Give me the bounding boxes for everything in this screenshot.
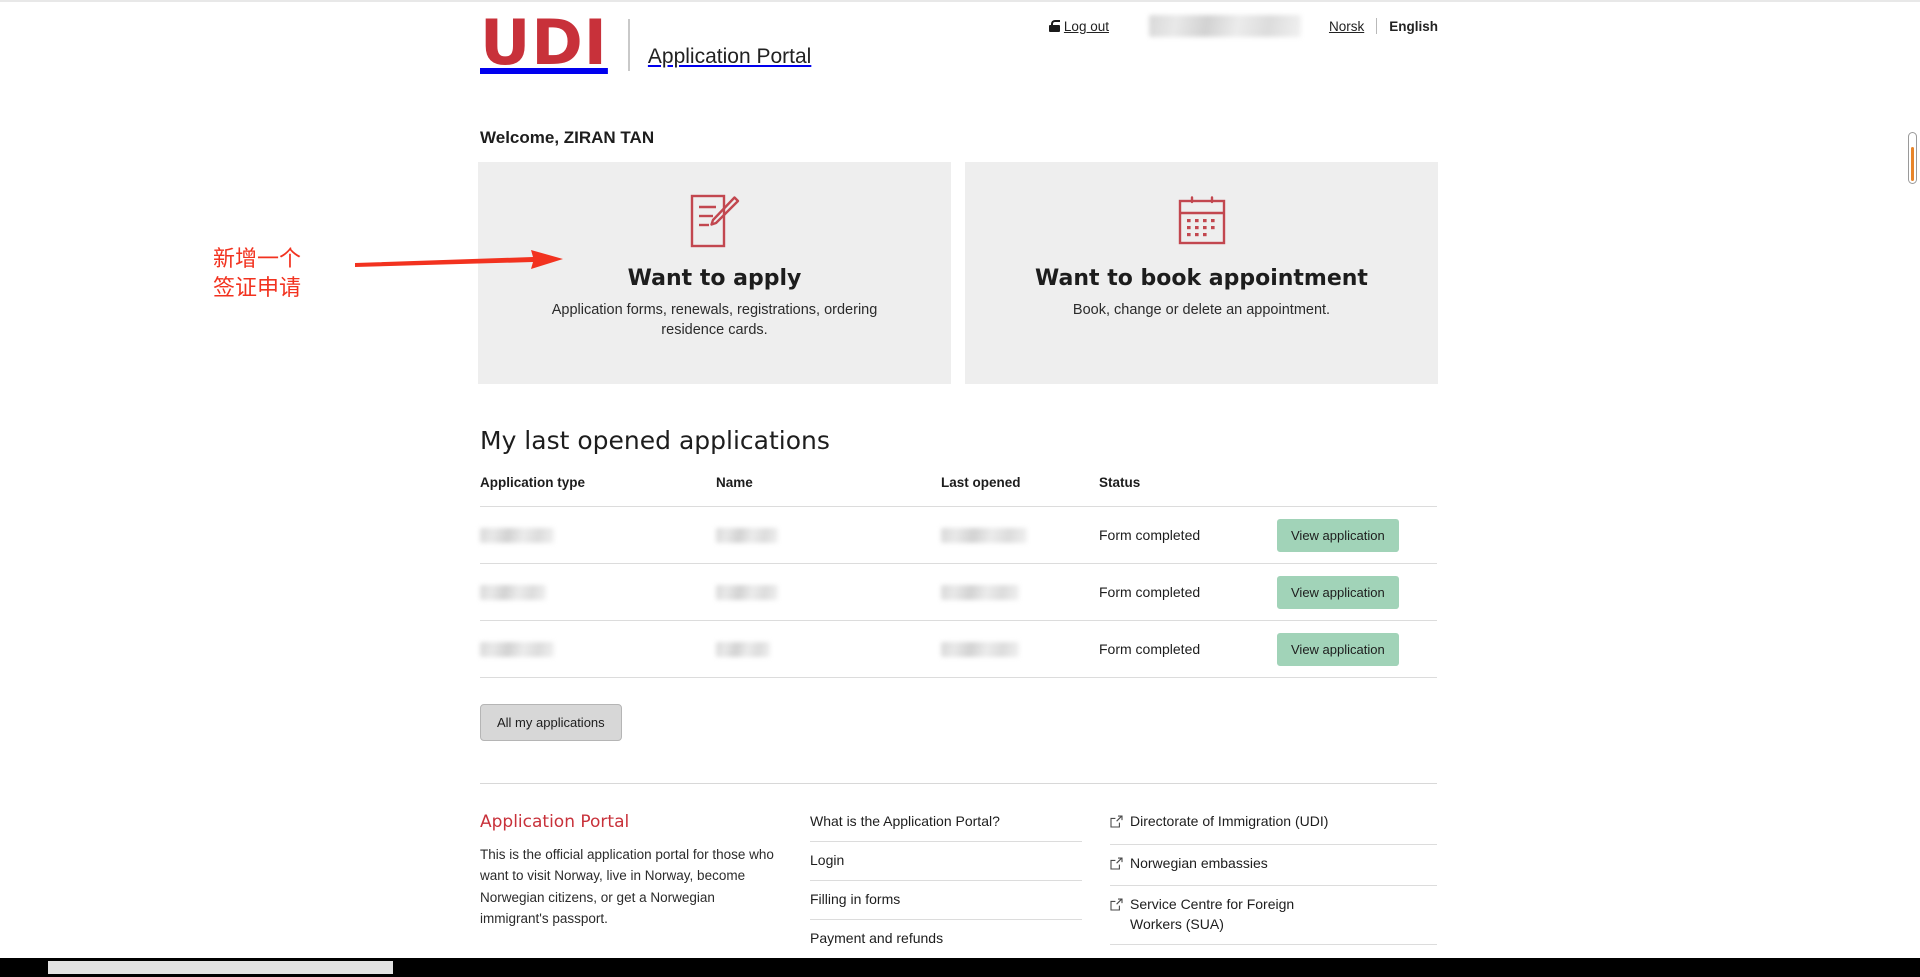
footer-link-what-is-portal[interactable]: What is the Application Portal?	[810, 812, 1082, 842]
table-row: Form completed View application	[480, 563, 1437, 621]
horizontal-scrollbar-thumb[interactable]	[48, 961, 393, 974]
footer-external-link-sua[interactable]: Service Centre for Foreign Workers (SUA)	[1110, 886, 1437, 946]
cell-last-opened	[941, 506, 1099, 564]
scrollbar-corner	[1901, 958, 1920, 977]
table-row: Form completed View application	[480, 506, 1437, 564]
all-my-applications-button[interactable]: All my applications	[480, 704, 622, 741]
external-link-icon	[1110, 856, 1123, 876]
cell-action: View application	[1277, 563, 1437, 621]
cell-action: View application	[1277, 506, 1437, 564]
column-header-actions	[1277, 475, 1437, 507]
view-application-button[interactable]: View application	[1277, 575, 1399, 609]
view-application-button[interactable]: View application	[1277, 518, 1399, 552]
external-link-icon	[1110, 897, 1123, 917]
page-viewport: UDI Application Portal Log out Norsk Eng…	[0, 0, 1905, 958]
cell-name	[716, 563, 941, 621]
external-link-icon	[1110, 814, 1123, 834]
applications-table: Application type Name Last opened Status…	[480, 475, 1437, 678]
footer-external-link-embassies[interactable]: Norwegian embassies	[1110, 845, 1437, 887]
footer-external-links-column: Directorate of Immigration (UDI) Norwegi…	[1110, 812, 1437, 958]
vertical-scrollbar-thumb[interactable]	[1908, 132, 1917, 184]
redacted-username	[1148, 15, 1301, 37]
brand-home-link[interactable]: UDI Application Portal	[480, 6, 812, 79]
language-norsk[interactable]: Norsk	[1329, 19, 1364, 34]
footer-external-link-label: Norwegian embassies	[1130, 854, 1268, 871]
horizontal-scrollbar-track[interactable]	[0, 958, 1920, 977]
footer-external-link-label: Directorate of Immigration (UDI)	[1130, 813, 1329, 829]
cell-status: Form completed	[1099, 620, 1277, 678]
logout-link[interactable]: Log out	[1048, 18, 1109, 34]
card-want-to-book-appointment[interactable]: Want to book appointment Book, change or…	[965, 162, 1438, 384]
table-header-row: Application type Name Last opened Status	[480, 475, 1437, 507]
vertical-scrollbar-track[interactable]	[1905, 2, 1919, 958]
document-pencil-icon	[688, 190, 742, 252]
udi-logo: UDI	[480, 6, 608, 79]
cell-name	[716, 506, 941, 564]
annotation-text: 新增一个 签证申请	[213, 247, 302, 302]
logout-label: Log out	[1063, 18, 1109, 34]
card-title: Want to apply	[627, 266, 802, 291]
table-row: Form completed View application	[480, 620, 1437, 678]
footer-about-title: Application Portal	[480, 812, 630, 832]
action-cards: Want to apply Application forms, renewal…	[478, 162, 1438, 384]
site-header: UDI Application Portal Log out Norsk Eng…	[478, 0, 1438, 110]
welcome-heading: Welcome, ZIRAN TAN	[480, 128, 655, 147]
cell-status: Form completed	[1099, 506, 1277, 564]
card-description: Book, change or delete an appointment.	[1072, 302, 1331, 318]
cell-name	[716, 620, 941, 678]
footer-external-link-label: Service Centre for Foreign Workers (SUA)	[1130, 896, 1295, 932]
cell-application-type	[480, 620, 716, 678]
cell-last-opened	[941, 563, 1099, 621]
card-title: Want to book appointment	[1035, 266, 1368, 291]
brand-subtitle: Application Portal	[647, 44, 812, 68]
applications-section-title: My last opened applications	[480, 426, 830, 455]
footer-external-link-udi[interactable]: Directorate of Immigration (UDI)	[1110, 812, 1437, 845]
footer-link-payment-and-refunds[interactable]: Payment and refunds	[810, 920, 1082, 958]
brand-divider	[627, 18, 630, 71]
site-footer: Application Portal This is the official …	[480, 783, 1437, 958]
page-content: UDI Application Portal Log out Norsk Eng…	[478, 0, 1438, 958]
footer-links-column: What is the Application Portal? Login Fi…	[810, 812, 1110, 958]
card-description: Application forms, renewals, registratio…	[551, 302, 878, 338]
column-header-name: Name	[716, 475, 941, 507]
cell-application-type	[480, 563, 716, 621]
column-header-status: Status	[1099, 475, 1277, 507]
footer-about-column: Application Portal This is the official …	[480, 812, 810, 958]
header-utility-bar: Log out Norsk English	[1048, 15, 1438, 37]
language-english[interactable]: English	[1389, 19, 1438, 34]
cell-application-type	[480, 506, 716, 564]
footer-link-filling-in-forms[interactable]: Filling in forms	[810, 881, 1082, 920]
column-header-last-opened: Last opened	[941, 475, 1099, 507]
cell-last-opened	[941, 620, 1099, 678]
cell-action: View application	[1277, 620, 1437, 678]
language-divider	[1376, 18, 1378, 34]
column-header-application-type: Application type	[480, 475, 716, 507]
footer-link-login[interactable]: Login	[810, 842, 1082, 881]
lock-icon	[1048, 20, 1060, 32]
annotation-arrow-icon	[355, 250, 563, 269]
calendar-icon	[1176, 190, 1228, 252]
footer-about-body: This is the official application portal …	[480, 847, 774, 926]
card-want-to-apply[interactable]: Want to apply Application forms, renewal…	[478, 162, 951, 384]
cell-status: Form completed	[1099, 563, 1277, 621]
view-application-button[interactable]: View application	[1277, 632, 1399, 666]
language-switcher: Norsk English	[1329, 18, 1438, 34]
